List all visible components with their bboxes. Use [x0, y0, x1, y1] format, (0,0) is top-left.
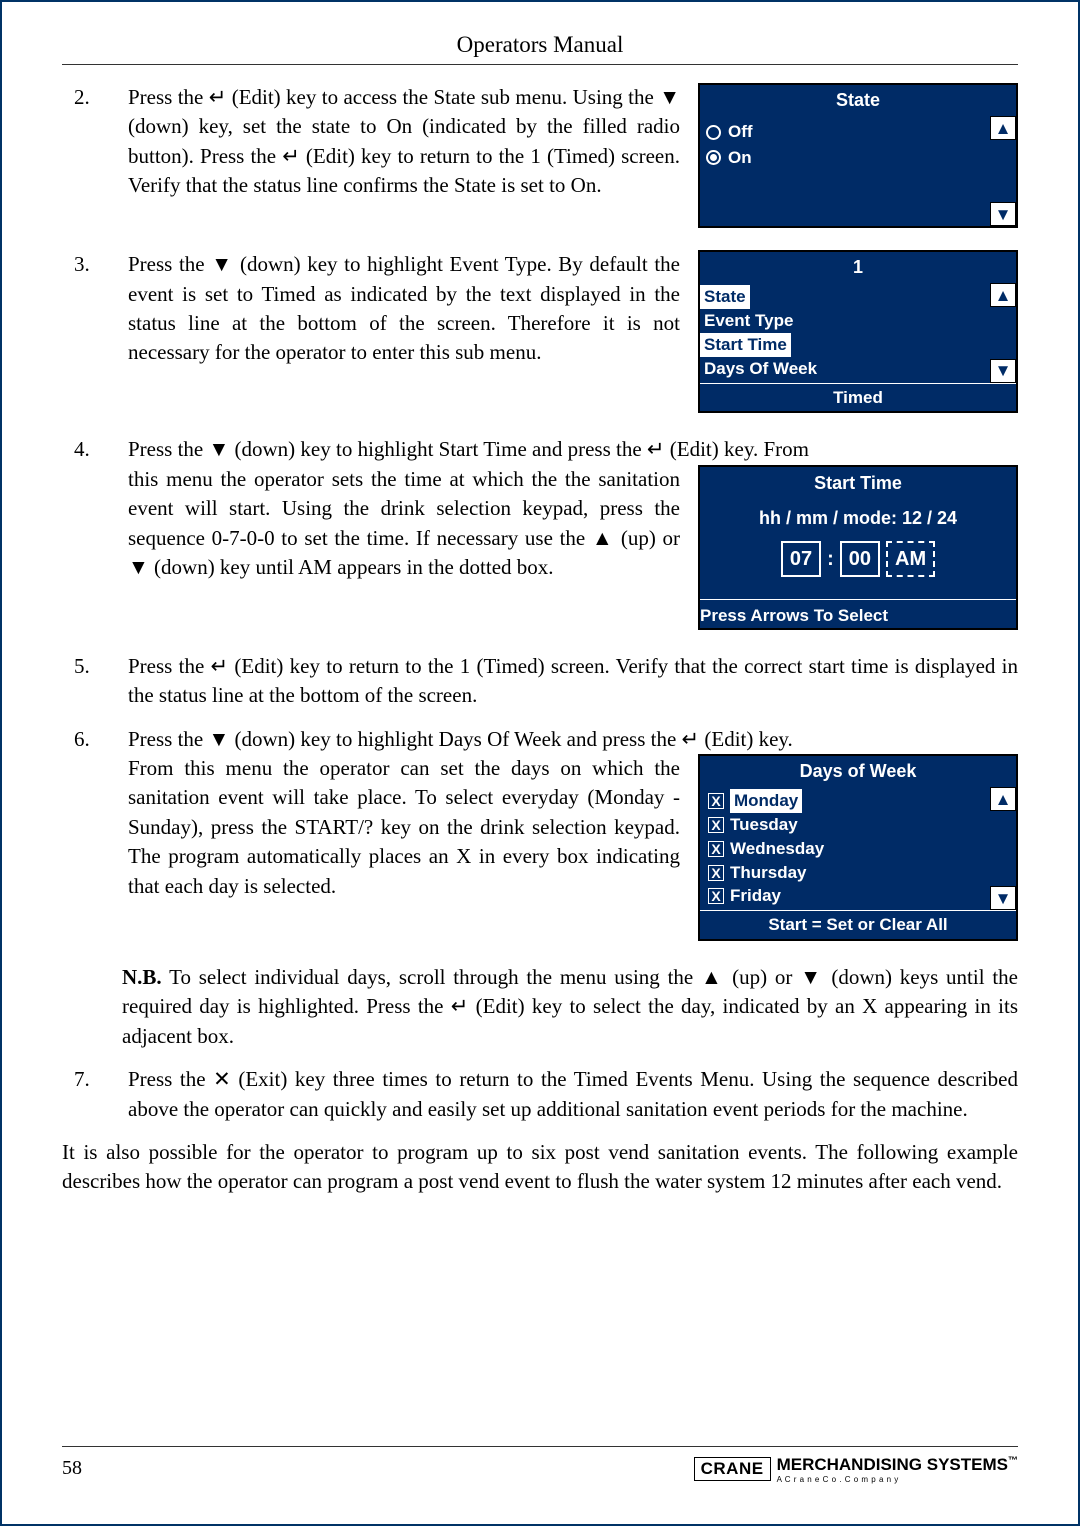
step-text: this menu the operator sets the time at …: [128, 465, 680, 583]
day-row-tuesday[interactable]: X Tuesday: [704, 813, 986, 837]
step-text: Press the ▼ (down) key to highlight Star…: [128, 435, 1018, 464]
step-number: 6.: [62, 725, 110, 754]
radio-off-label: Off: [728, 120, 753, 144]
start-time-panel: Start Time hh / mm / mode: 12 / 24 07 : …: [698, 465, 1018, 630]
page-title: Operators Manual: [62, 32, 1018, 65]
time-mode[interactable]: AM: [886, 541, 935, 577]
page-number: 58: [62, 1457, 82, 1480]
arrow-down-icon[interactable]: ▼: [990, 202, 1016, 226]
step-number: 7.: [62, 1065, 110, 1094]
brand-block: CRANE MERCHANDISING SYSTEMS™ A C r a n e…: [694, 1453, 1018, 1484]
closing-paragraph: It is also possible for the operator to …: [62, 1138, 1018, 1197]
radio-on-row[interactable]: On: [706, 145, 984, 171]
status-line: Timed: [700, 383, 1016, 412]
radio-on-icon: [706, 150, 721, 165]
arrow-down-icon[interactable]: ▼: [990, 886, 1016, 910]
time-hh[interactable]: 07: [781, 541, 821, 577]
panel-title: Start Time: [700, 467, 1016, 500]
state-panel: State Off On: [698, 83, 1018, 228]
menu-item-days-of-week[interactable]: Days Of Week: [700, 357, 990, 381]
radio-off-icon: [706, 125, 721, 140]
step-text: From this menu the operator can set the …: [128, 754, 680, 901]
nb-text: To select individual days, scroll throug…: [122, 965, 1018, 1048]
checkbox-icon: X: [708, 865, 724, 881]
time-mm[interactable]: 00: [840, 541, 880, 577]
menu1-panel: 1 State Event Type Start Time Days Of We…: [698, 250, 1018, 413]
day-label: Thursday: [730, 861, 807, 885]
checkbox-icon: X: [708, 888, 724, 904]
step-text: Press the ↵ (Edit) key to access the Sta…: [128, 83, 680, 201]
step-number: 2.: [62, 83, 110, 112]
step-text: Press the ↵ (Edit) key to return to the …: [128, 652, 1018, 711]
time-colon: :: [827, 545, 834, 573]
page-footer: 58 CRANE MERCHANDISING SYSTEMS™ A C r a …: [62, 1446, 1018, 1484]
arrow-up-icon[interactable]: ▲: [990, 787, 1016, 811]
menu-item-state[interactable]: State: [700, 285, 750, 309]
day-label: Wednesday: [730, 837, 824, 861]
brand-ms: MERCHANDISING SYSTEMS™: [777, 1455, 1018, 1474]
day-label: Tuesday: [730, 813, 798, 837]
checkbox-icon: X: [708, 841, 724, 857]
step-text: Press the ▼ (down) key to highlight Even…: [128, 250, 680, 368]
nb-label: N.B.: [122, 965, 162, 989]
radio-on-label: On: [728, 146, 752, 170]
step-number: 4.: [62, 435, 110, 464]
day-row-monday[interactable]: X Monday: [704, 789, 986, 813]
step-text: Press the ✕ (Exit) key three times to re…: [128, 1065, 1018, 1124]
checkbox-icon: X: [708, 817, 724, 833]
days-footer: Start = Set or Clear All: [700, 910, 1016, 939]
panel-title: 1: [700, 252, 1016, 283]
time-footer: Press Arrows To Select: [700, 599, 1016, 628]
menu-item-start-time[interactable]: Start Time: [700, 333, 791, 357]
day-label: Monday: [730, 789, 802, 813]
day-label: Friday: [730, 884, 781, 908]
step-number: 3.: [62, 250, 110, 279]
arrow-up-icon[interactable]: ▲: [990, 116, 1016, 140]
step-number: 5.: [62, 652, 110, 681]
arrow-down-icon[interactable]: ▼: [990, 359, 1016, 383]
step-text: Press the ▼ (down) key to highlight Days…: [128, 725, 1018, 754]
panel-title: Days of Week: [700, 756, 1016, 787]
day-row-friday[interactable]: X Friday: [704, 884, 986, 908]
day-row-wednesday[interactable]: X Wednesday: [704, 837, 986, 861]
checkbox-icon: X: [708, 793, 724, 809]
radio-off-row[interactable]: Off: [706, 119, 984, 145]
arrow-up-icon[interactable]: ▲: [990, 283, 1016, 307]
nb-note: N.B. To select individual days, scroll t…: [122, 963, 1018, 1051]
brand-crane: CRANE: [694, 1457, 771, 1481]
days-of-week-panel: Days of Week X Monday X Tuesday: [698, 754, 1018, 941]
panel-title: State: [700, 85, 1016, 116]
day-row-thursday[interactable]: X Thursday: [704, 861, 986, 885]
brand-sub: A C r a n e C o . C o m p a n y: [777, 1476, 1018, 1484]
time-format-label: hh / mm / mode: 12 / 24: [700, 506, 1016, 531]
menu-item-event-type[interactable]: Event Type: [700, 309, 990, 333]
